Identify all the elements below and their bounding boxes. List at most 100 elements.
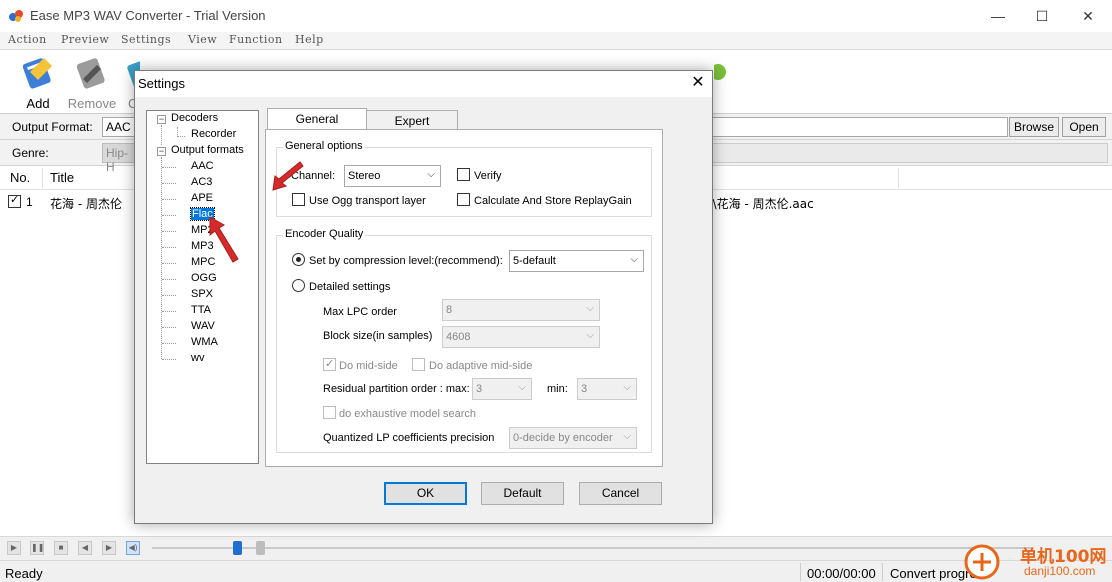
tree-line [162, 263, 176, 264]
compression-level-select[interactable]: 5-default ⌵ [509, 250, 644, 272]
chevron-down-icon: ⌵ [630, 254, 638, 265]
remove-button[interactable]: Remove [66, 54, 118, 111]
tree-line [162, 199, 176, 200]
add-button[interactable]: Add [12, 54, 64, 111]
tree-item-output-formats[interactable]: Output formats [171, 144, 244, 156]
menu-preview[interactable]: Preview [61, 33, 109, 46]
volume-slider-thumb[interactable] [233, 541, 242, 555]
menu-function[interactable]: Function [229, 33, 283, 46]
play-icon[interactable]: ▶ [7, 541, 21, 555]
genre-extra-field[interactable] [712, 143, 1108, 163]
stop-icon[interactable]: ■ [54, 541, 68, 555]
output-format-label: Output Format: [12, 120, 93, 134]
tree-line [162, 215, 176, 216]
exhaustive-search-checkbox[interactable] [323, 406, 336, 419]
annotation-arrow-icon [209, 216, 239, 263]
menu-action[interactable]: Action [8, 33, 47, 46]
tree-line [162, 295, 176, 296]
cancel-button[interactable]: Cancel [579, 482, 662, 505]
exhaustive-search-label: do exhaustive model search [339, 408, 476, 420]
column-separator[interactable] [898, 168, 899, 188]
seek-track[interactable] [152, 547, 1032, 549]
mid-side-checkbox[interactable] [323, 357, 336, 371]
open-button[interactable]: Open [1062, 117, 1106, 137]
residual-min-select[interactable]: 3 ⌵ [577, 378, 637, 400]
menu-view[interactable]: View [188, 33, 217, 46]
previous-icon[interactable]: ◀ [78, 541, 92, 555]
tree-item-ape[interactable]: APE [191, 192, 213, 204]
tab-expert[interactable]: Expert [366, 110, 458, 130]
tree-item-wav[interactable]: WAV [191, 320, 215, 332]
channel-select[interactable]: Stereo ⌵ [344, 165, 441, 187]
row-title: 花海 - 周杰伦 [50, 197, 122, 211]
block-size-value: 4608 [446, 331, 471, 343]
dialog-close-button[interactable]: ✕ [688, 73, 708, 93]
tree-line [162, 343, 176, 344]
verify-label: Verify [474, 170, 502, 182]
genre-select[interactable]: Hip-H [102, 143, 138, 174]
status-ready: Ready [5, 566, 43, 581]
replaygain-checkbox[interactable] [457, 193, 470, 206]
column-title[interactable]: Title [50, 170, 74, 185]
volume-icon[interactable]: ◀) [126, 541, 140, 555]
max-lpc-select[interactable]: 8 ⌵ [442, 299, 600, 321]
watermark: 单机100网 danji100.com [962, 542, 1112, 582]
tree-item-spx[interactable]: SPX [191, 288, 213, 300]
menu-help[interactable]: Help [295, 33, 324, 46]
decoders-collapse-icon[interactable]: − [157, 115, 166, 124]
tree-item-aac[interactable]: AAC [191, 160, 214, 172]
column-separator[interactable] [42, 168, 43, 188]
watermark-logo-icon [964, 544, 1000, 580]
replaygain-label: Calculate And Store ReplayGain [474, 195, 632, 207]
tree-line [162, 311, 176, 312]
pause-icon[interactable]: ❚❚ [30, 541, 44, 555]
qlp-precision-label: Quantized LP coefficients precision [323, 432, 495, 444]
adaptive-mid-side-checkbox[interactable] [412, 358, 425, 371]
tree-item-decoders[interactable]: Decoders [171, 112, 218, 124]
browse-button[interactable]: Browse [1009, 117, 1059, 137]
minimize-button[interactable]: — [988, 6, 1008, 26]
general-options-group: General options Channel: Stereo ⌵ Verify… [276, 140, 652, 217]
residual-min-value: 3 [581, 383, 588, 395]
ogg-transport-label: Use Ogg transport layer [309, 195, 426, 207]
close-button[interactable]: ✕ [1078, 6, 1098, 26]
ogg-transport-checkbox[interactable] [292, 193, 305, 206]
tree-item-wv[interactable]: wv [191, 352, 204, 364]
detailed-settings-radio[interactable] [292, 279, 305, 292]
qlp-precision-select[interactable]: 0-decide by encoder ⌵ [509, 427, 637, 449]
output-path-input[interactable] [712, 117, 1008, 137]
residual-max-select[interactable]: 3 ⌵ [472, 378, 532, 400]
row-checkbox[interactable]: ✓ [8, 194, 21, 208]
output-formats-collapse-icon[interactable]: − [157, 147, 166, 156]
general-tab-panel: General options Channel: Stereo ⌵ Verify… [265, 129, 663, 467]
tree-item-wma[interactable]: WMA [191, 336, 218, 348]
ok-button[interactable]: OK [384, 482, 467, 505]
seek-slider-thumb[interactable] [256, 541, 265, 555]
default-button[interactable]: Default [481, 482, 564, 505]
general-options-title: General options [283, 140, 365, 152]
genre-label: Genre: [12, 146, 49, 160]
tree-item-tta[interactable]: TTA [191, 304, 211, 316]
tree-item-recorder[interactable]: Recorder [191, 128, 236, 140]
chevron-down-icon: ⌵ [427, 169, 435, 180]
output-format-select[interactable]: AAC [102, 117, 138, 137]
tree-item-ac3[interactable]: AC3 [191, 176, 212, 188]
verify-checkbox[interactable] [457, 168, 470, 181]
detailed-settings-label: Detailed settings [309, 281, 391, 293]
encoder-quality-title: Encoder Quality [283, 228, 366, 240]
chevron-down-icon: ⌵ [623, 382, 631, 393]
tab-general[interactable]: General [267, 108, 367, 130]
maximize-button[interactable]: ☐ [1032, 6, 1052, 26]
settings-dialog: Settings ✕ − Decoders Recorder − Output … [134, 70, 713, 524]
tree-item-ogg[interactable]: OGG [191, 272, 217, 284]
menu-settings[interactable]: Settings [121, 33, 171, 46]
next-icon[interactable]: ▶ [102, 541, 116, 555]
status-divider [800, 563, 801, 581]
tree-line [161, 157, 162, 359]
remove-icon [76, 58, 105, 89]
block-size-select[interactable]: 4608 ⌵ [442, 326, 600, 348]
dialog-title-bar: Settings ✕ [135, 71, 712, 97]
status-time: 00:00/00:00 [807, 566, 876, 581]
column-no[interactable]: No. [10, 170, 30, 185]
compression-level-radio[interactable] [292, 253, 305, 266]
